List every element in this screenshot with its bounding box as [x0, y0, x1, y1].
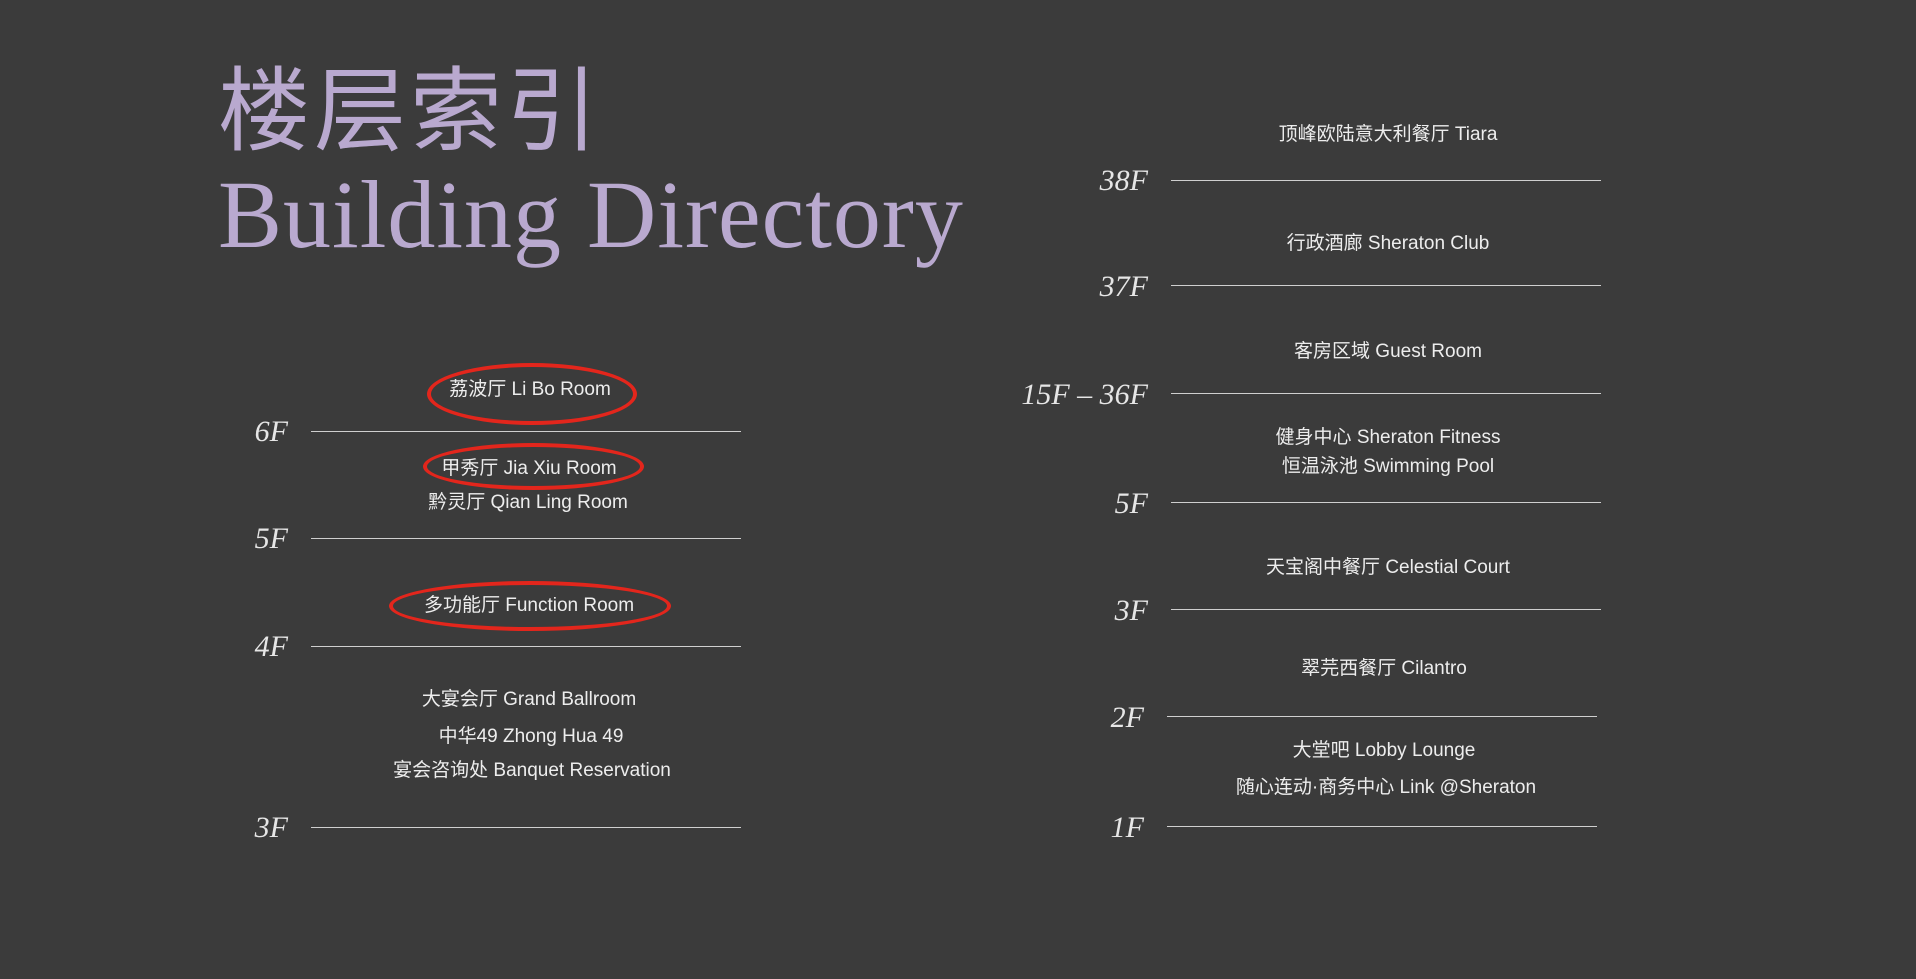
floor-divider	[1171, 502, 1601, 503]
page-title-en: Building Directory	[218, 161, 964, 268]
room-sheraton-club: 行政酒廊 Sheraton Club	[1286, 233, 1490, 254]
room-zhong-hua: 中华49 Zhong Hua 49	[438, 726, 624, 747]
floor-divider	[1167, 826, 1597, 827]
floor-label-38f: 38F	[1099, 164, 1148, 197]
floor-label-1f: 1F	[1110, 811, 1144, 844]
room-link-sheraton: 随心连动·商务中心 Link @Sheraton	[1235, 777, 1537, 798]
floor-label-6f: 6F	[254, 415, 288, 448]
floor-divider	[1171, 180, 1601, 181]
floor-divider	[311, 538, 741, 539]
floor-divider	[311, 431, 741, 432]
room-celestial-court: 天宝阁中餐厅 Celestial Court	[1266, 557, 1510, 578]
page-title-cn: 楼层索引	[218, 61, 603, 163]
room-grand-ballroom: 大宴会厅 Grand Ballroom	[421, 689, 637, 710]
room-guest-room: 客房区域 Guest Room	[1294, 341, 1482, 362]
room-sheraton-fitness: 健身中心 Sheraton Fitness	[1275, 427, 1501, 448]
floor-label-5f-right: 5F	[1114, 487, 1148, 520]
floor-label-3f: 3F	[254, 811, 288, 844]
floor-label-37f: 37F	[1099, 270, 1148, 303]
room-qian-ling: 黔灵厅 Qian Ling Room	[428, 492, 628, 513]
floor-divider	[1171, 609, 1601, 610]
room-jia-xiu: 甲秀厅 Jia Xiu Room	[441, 458, 617, 479]
room-li-bo: 荔波厅 Li Bo Room	[449, 379, 611, 400]
floor-label-2f: 2F	[1110, 701, 1144, 734]
floor-divider	[1171, 285, 1601, 286]
room-swimming-pool: 恒温泳池 Swimming Pool	[1281, 456, 1495, 477]
floor-label-15f-36f: 15F – 36F	[1021, 378, 1148, 411]
floor-divider	[311, 646, 741, 647]
floor-divider	[311, 827, 741, 828]
room-banquet-reservation: 宴会咨询处 Banquet Reservation	[393, 760, 671, 781]
floor-divider	[1171, 393, 1601, 394]
room-function: 多功能厅 Function Room	[423, 595, 635, 616]
room-cilantro: 翠芫西餐厅 Cilantro	[1301, 658, 1467, 679]
floor-label-4f: 4F	[254, 630, 288, 663]
room-lobby-lounge: 大堂吧 Lobby Lounge	[1292, 740, 1476, 761]
room-tiara: 顶峰欧陆意大利餐厅 Tiara	[1278, 124, 1498, 145]
floor-label-3f-right: 3F	[1114, 594, 1148, 627]
floor-label-5f: 5F	[254, 522, 288, 555]
floor-divider	[1167, 716, 1597, 717]
